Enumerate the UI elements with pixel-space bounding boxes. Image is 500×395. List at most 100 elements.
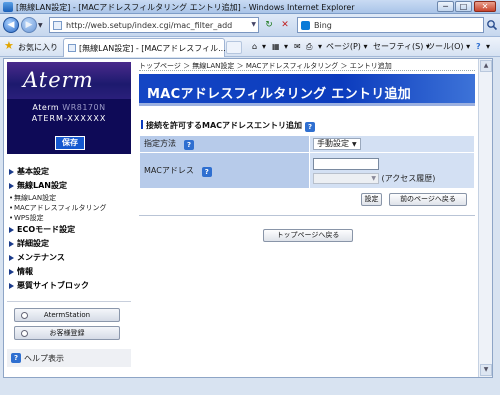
search-engine-label: Bing [314,21,332,30]
address-toolbar: ◀ ▶ ▼ http://web.setup/index.cgi/mac_fil… [0,14,500,37]
sidebar-divider [7,301,131,302]
url-dropdown[interactable]: ▼ [251,21,256,28]
tools-menu[interactable]: ツール(O) ▾ [427,40,470,54]
stop-icon[interactable]: ✕ [278,19,292,32]
arrow-icon [9,269,14,275]
model-name: WR8170N [62,103,106,112]
breadcrumb-divider [139,70,475,71]
sidebar-subitem-wps[interactable]: • WPS設定 [7,213,131,223]
register-label: お客様登録 [49,329,85,337]
url-text: http://web.setup/index.cgi/mac_filter_ad… [66,21,233,30]
home-icon[interactable]: ⌂ [252,40,257,54]
register-button[interactable]: お客様登録 [14,326,120,340]
favorites-bar: ★ お気に入り [無線LAN設定] - [MACアドレスフィル... ⌂ ▾ ▦… [0,37,500,57]
sidebar-item-basic[interactable]: 基本設定 [7,165,131,179]
set-button[interactable]: 設定 [361,193,382,206]
help-label: ヘルプ表示 [24,354,64,363]
sidebar-item-label: メンテナンス [17,253,65,262]
browser-tab[interactable]: [無線LAN設定] - [MACアドレスフィル... [63,38,226,57]
minimize-button[interactable]: ─ [437,1,454,12]
arrow-icon [9,227,14,233]
maximize-button[interactable]: □ [455,1,472,12]
radio-icon [21,312,28,319]
url-field[interactable]: http://web.setup/index.cgi/mac_filter_ad… [49,17,259,33]
method-value-cell: 手動設定 ▼ [309,135,475,153]
arrow-icon [9,169,14,175]
window-titlebar: [無線LAN設定] - [MACアドレスフィルタリング エントリ追加] - Wi… [0,0,500,14]
history-dropdown[interactable]: ▼ [38,22,45,29]
access-history-select[interactable]: ▼ [313,172,379,184]
close-button[interactable]: ✕ [474,1,496,12]
mac-address-input[interactable] [313,157,379,170]
sidebar-item-label: 基本設定 [17,167,49,176]
save-button[interactable]: 保存 [55,136,85,150]
help-icon[interactable]: ? [184,140,194,150]
scroll-down-icon[interactable]: ▼ [480,364,492,376]
safety-menu-label: セーフティ(S) [373,42,424,51]
aterm-logo: Aterm [7,62,131,99]
help-icon[interactable]: ? [476,40,481,54]
sidebar-item-advanced[interactable]: 詳細設定 [7,237,131,251]
tab-page-icon [68,44,76,52]
mac-label: MACアドレス [144,165,194,175]
sidebar-subitem-wlan[interactable]: • 無線LAN設定 [7,193,131,203]
forward-button[interactable]: ▶ [21,17,37,33]
feeds-dropdown[interactable]: ▾ [284,40,288,54]
sidebar-item-label: 無線LAN設定 [17,181,67,190]
help-link[interactable]: ? ヘルプ表示 [7,349,131,367]
mac-entry-form: 指定方法? 手動設定 ▼ MACアドレス? ▼ (アクセス履歴) [139,135,475,189]
method-select[interactable]: 手動設定 ▼ [313,138,361,150]
sidebar-subitem-label: WPS設定 [14,214,44,222]
page-title: MACアドレスフィルタリング エントリ追加 [147,87,412,102]
back-button[interactable]: ◀ [3,17,19,33]
sidebar-item-eco[interactable]: ECOモード設定 [7,223,131,237]
mac-label-cell: MACアドレス? [139,152,310,189]
favorites-button[interactable]: お気に入り [18,42,58,53]
print-dropdown[interactable]: ▾ [318,40,322,54]
help-icon[interactable]: ? [305,122,316,132]
atermstation-button[interactable]: AtermStation [14,308,120,322]
sidebar-item-label: ECOモード設定 [17,225,76,234]
search-icon[interactable] [486,19,498,31]
model-line2: ATERM-XXXXXX [31,114,107,123]
safety-menu[interactable]: セーフティ(S) ▾ [373,40,430,54]
bullet-icon: • [9,194,14,202]
sidebar-subitem-mac-filter[interactable]: • MACアドレスフィルタリング [7,203,131,213]
page-viewport: Aterm Aterm WR8170N ATERM-XXXXXX 保存 基本設定… [3,58,493,378]
print-icon[interactable]: ⎙ [306,40,312,54]
new-tab-button[interactable] [226,41,242,54]
back-to-previous-button[interactable]: 前のページへ戻る [389,193,467,206]
sidebar-item-info[interactable]: 情報 [7,265,131,279]
atermstation-label: AtermStation [43,311,91,319]
back-to-top-button[interactable]: トップページへ戻る [263,229,353,242]
method-label-cell: 指定方法? [139,135,310,153]
help-dropdown[interactable]: ▾ [486,40,490,54]
section-title-text: 接続を許可するMACアドレスエントリ追加 [146,121,303,130]
sidebar-item-maintenance[interactable]: メンテナンス [7,251,131,265]
section-title: 接続を許可するMACアドレスエントリ追加? [141,120,316,132]
favorites-star-icon[interactable]: ★ [4,40,14,52]
model-info: Aterm WR8170N ATERM-XXXXXX 保存 [7,99,131,154]
search-input[interactable]: Bing [297,17,484,33]
sidebar-item-malicious-block[interactable]: 悪質サイトブロック [7,279,131,293]
feeds-icon[interactable]: ▦ [272,40,280,54]
brand-text: Aterm [23,68,94,92]
radio-icon [21,330,28,337]
mail-icon[interactable]: ✉ [294,40,301,54]
ie-icon [3,2,13,12]
help-icon: ? [11,353,21,363]
mac-row: MACアドレス? ▼ (アクセス履歴) [139,152,475,189]
refresh-icon[interactable]: ↻ [262,19,276,32]
sidebar-item-wlan[interactable]: 無線LAN設定 [7,179,131,193]
model-line1: Aterm WR8170N [7,103,131,112]
sidebar-subitem-label: MACアドレスフィルタリング [14,204,107,212]
home-dropdown[interactable]: ▾ [262,40,266,54]
scroll-up-icon[interactable]: ▲ [480,60,492,72]
tools-menu-label: ツール(O) [427,42,464,51]
arrow-icon [9,183,14,189]
page-header: MACアドレスフィルタリング エントリ追加 [139,74,475,106]
help-icon[interactable]: ? [201,166,212,177]
sidebar-subitem-label: 無線LAN設定 [14,194,57,202]
page-menu[interactable]: ページ(P) ▾ [326,40,367,54]
vertical-scrollbar[interactable]: ▲ ▼ [478,59,492,377]
